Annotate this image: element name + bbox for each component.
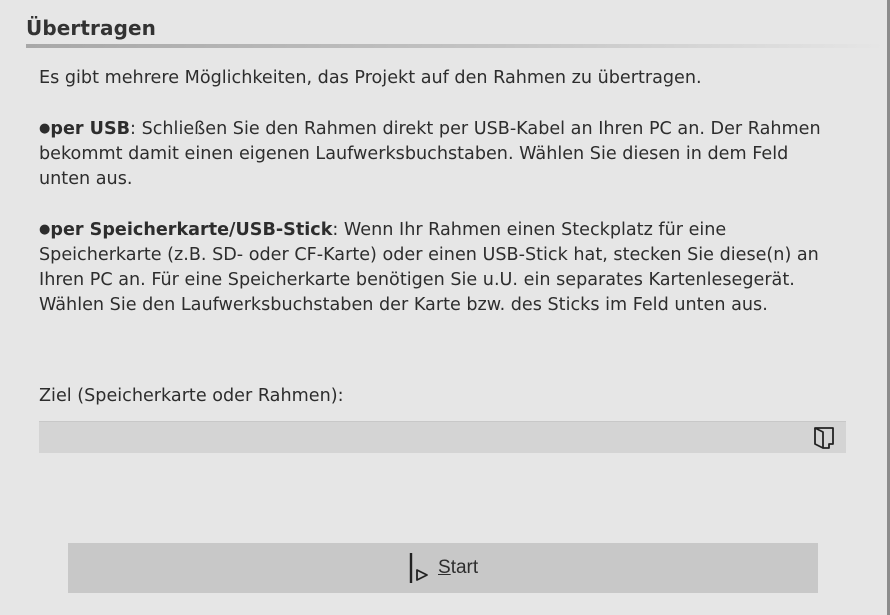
description-panel: Es gibt mehrere Möglichkeiten, das Proje…	[39, 66, 839, 343]
header-divider	[26, 44, 886, 48]
intro-text: Es gibt mehrere Möglichkeiten, das Proje…	[39, 68, 702, 88]
bullet-title-memory-card: per Speicherkarte/USB-Stick	[50, 220, 333, 240]
bullet-marker: ●	[39, 222, 51, 237]
start-button-content: Start	[408, 551, 478, 585]
play-start-icon	[409, 553, 428, 583]
bullet-text-usb: : Schließen Sie den Rahmen direkt per US…	[39, 119, 821, 189]
bullet-title-usb: per USB	[50, 119, 131, 139]
bullet-usb: ●per USB: Schließen Sie den Rahmen direk…	[39, 116, 839, 192]
folder-browse-icon[interactable]	[812, 426, 836, 450]
bullet-marker: ●	[39, 121, 51, 136]
start-button[interactable]: Start	[68, 543, 818, 593]
section-header: Übertragen	[26, 12, 886, 48]
page-title: Übertragen	[26, 16, 157, 40]
start-button-label: Start	[438, 557, 478, 579]
start-label-rest: tart	[450, 557, 479, 578]
target-label: Ziel (Speicherkarte oder Rahmen):	[39, 386, 344, 406]
target-drive-field[interactable]	[39, 421, 846, 453]
start-mnemonic: S	[438, 557, 451, 578]
bullet-memory-card: ●per Speicherkarte/USB-Stick: Wenn Ihr R…	[39, 217, 839, 318]
